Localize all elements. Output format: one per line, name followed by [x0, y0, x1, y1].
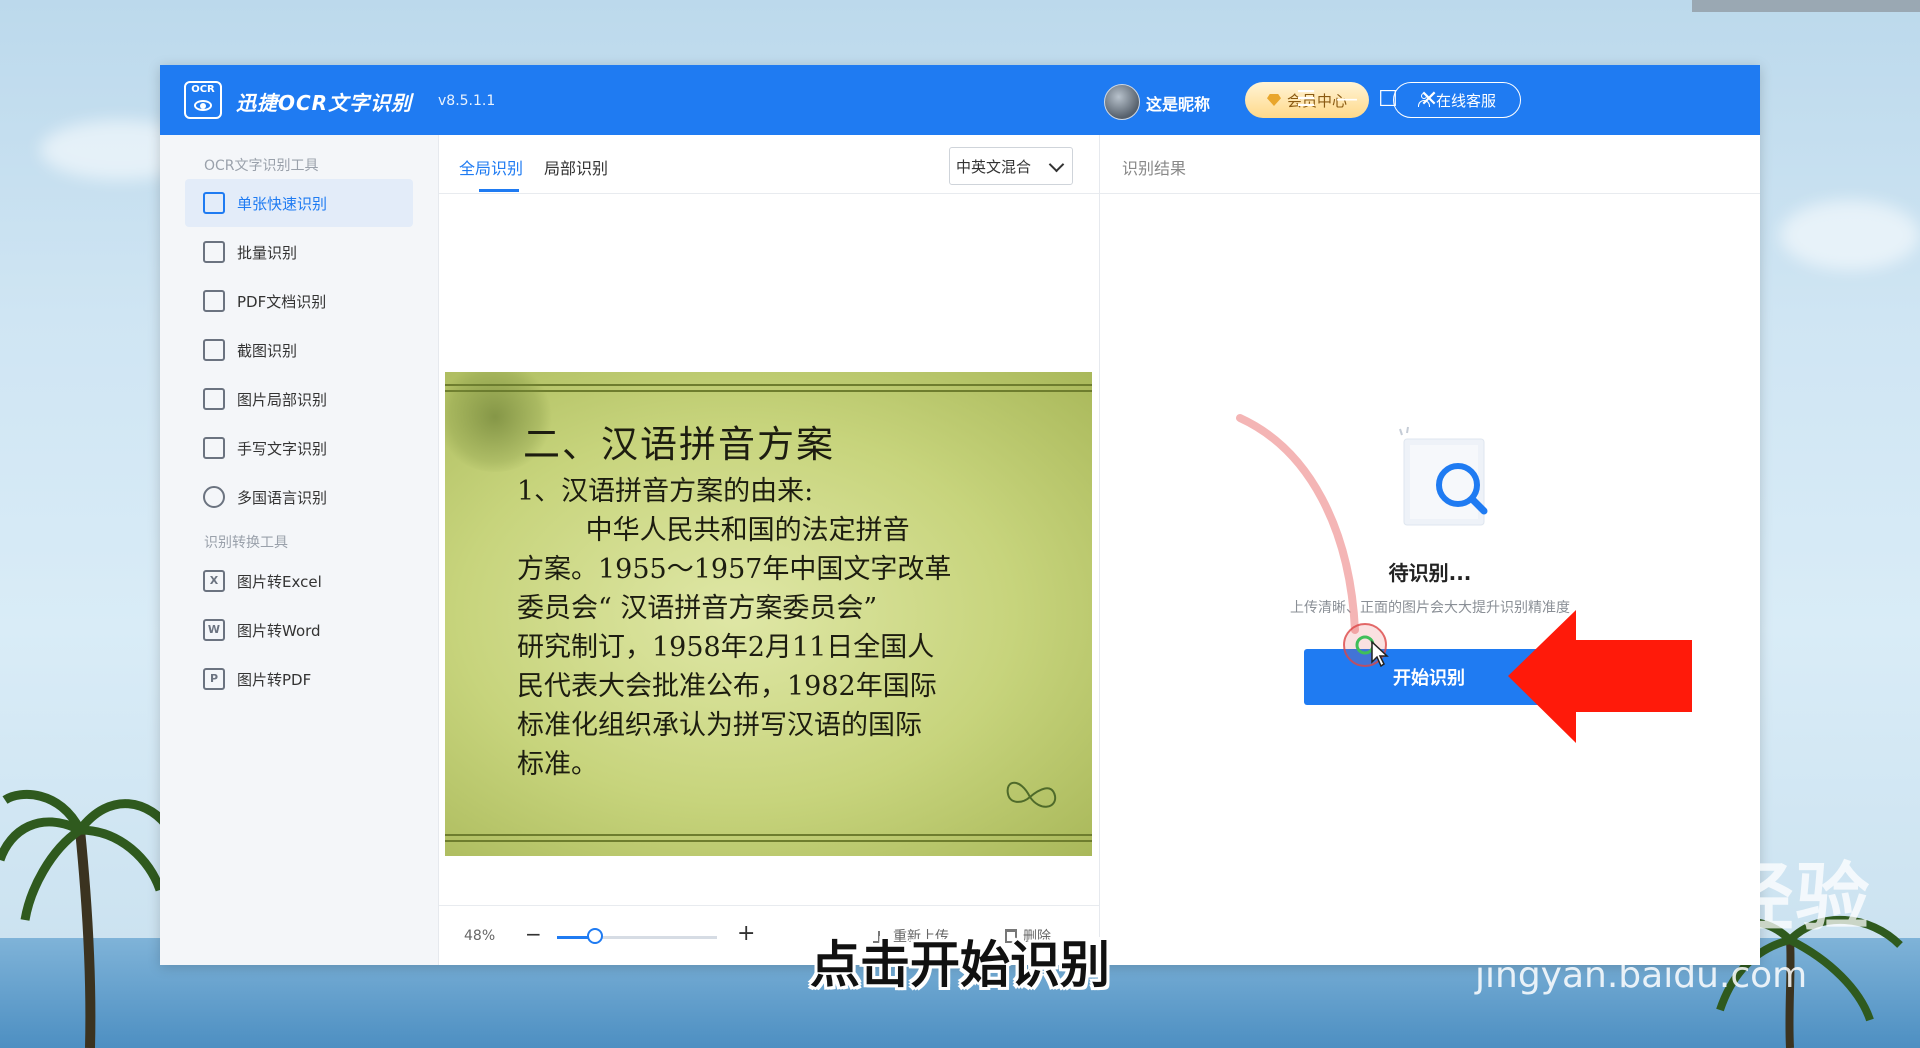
pdf-icon — [203, 290, 225, 312]
language-select[interactable]: 中英文混合 — [949, 147, 1073, 185]
sidebar-item-handwriting[interactable]: 手写文字识别 — [185, 424, 413, 472]
red-arrow-icon — [1508, 610, 1692, 743]
sidebar-item-label: 图片转Excel — [237, 572, 322, 591]
chevron-down-icon — [1048, 156, 1065, 173]
sidebar-item-to-excel[interactable]: X 图片转Excel — [185, 557, 413, 605]
sidebar-item-label: 图片转Word — [237, 621, 321, 640]
sidebar-item-label: 截图识别 — [237, 341, 298, 360]
recognition-tabs: 全局识别 局部识别 中英文混合 — [439, 135, 1099, 194]
sidebar-item-single-scan[interactable]: 单张快速识别 — [185, 179, 413, 227]
image-preview-panel: 全局识别 局部识别 中英文混合 二、汉语拼音方案 1、汉语拼音方案的由来: 中华… — [439, 135, 1100, 965]
user-nickname[interactable]: 这是昵称 — [1146, 91, 1210, 115]
uploaded-image: 二、汉语拼音方案 1、汉语拼音方案的由来: 中华人民共和国的法定拼音 方案。19… — [445, 372, 1092, 856]
partial-image-icon — [203, 388, 225, 410]
minimize-icon[interactable]: — — [1332, 85, 1362, 115]
click-highlight-icon — [1343, 623, 1389, 668]
maximize-icon[interactable]: ☐ — [1373, 85, 1403, 115]
tab-partial-recognition[interactable]: 局部识别 — [544, 155, 608, 179]
slide-body: 1、汉语拼音方案的由来: 中华人民共和国的法定拼音 方案。1955～1957年中… — [517, 476, 952, 780]
desktop-top-strip — [1692, 0, 1920, 12]
sidebar-item-pdf[interactable]: PDF文档识别 — [185, 277, 413, 325]
cloud — [1780, 200, 1920, 270]
crop-icon — [203, 339, 225, 361]
sidebar-item-to-pdf[interactable]: P 图片转PDF — [185, 655, 413, 703]
mouse-trail — [1236, 414, 1359, 634]
excel-icon: X — [203, 570, 225, 592]
app-version: v8.5.1.1 — [438, 93, 496, 109]
sidebar-item-label: 多国语言识别 — [237, 488, 328, 507]
globe-icon — [203, 486, 225, 508]
sidebar-item-to-word[interactable]: W 图片转Word — [185, 606, 413, 654]
online-service-label: 在线客服 — [1435, 91, 1496, 110]
sidebar-group-convert-tools: 识别转换工具 — [204, 535, 288, 551]
butterfly-icon — [1006, 781, 1057, 808]
close-icon[interactable]: ✕ — [1414, 85, 1444, 115]
diamond-icon — [1266, 94, 1281, 106]
language-select-value: 中英文混合 — [956, 157, 1032, 176]
app-name: 迅捷OCR文字识别 — [236, 91, 413, 115]
sidebar-item-batch[interactable]: 批量识别 — [185, 228, 413, 276]
active-tab-indicator — [479, 189, 519, 192]
result-title: 识别结果 — [1122, 159, 1187, 178]
sidebar-item-label: 批量识别 — [237, 243, 298, 262]
sidebar: OCR文字识别工具 单张快速识别 批量识别 PDF文档识别 截图识别 图片局部识… — [160, 135, 439, 965]
sidebar-item-label: 图片局部识别 — [237, 390, 328, 409]
pdf-convert-icon: P — [203, 668, 225, 690]
sidebar-item-multilang[interactable]: 多国语言识别 — [185, 473, 413, 521]
sidebar-item-label: 单张快速识别 — [237, 194, 328, 213]
title-bar: OCR 迅捷OCR文字识别 v8.5.1.1 这是昵称 会员中心 在线客服 ☰ … — [160, 65, 1760, 135]
sidebar-item-screenshot[interactable]: 截图识别 — [185, 326, 413, 374]
sidebar-item-label: PDF文档识别 — [237, 292, 327, 311]
palm-tree-left — [0, 790, 170, 1048]
sidebar-item-label: 手写文字识别 — [237, 439, 328, 458]
app-logo-icon: OCR — [184, 81, 222, 119]
baidu-watermark-url: jingyan.baidu.com — [1475, 955, 1808, 996]
word-icon: W — [203, 619, 225, 641]
pending-status: 待识别... — [1388, 561, 1472, 585]
menu-icon[interactable]: ☰ — [1291, 85, 1321, 115]
online-service-button[interactable]: 在线客服 — [1393, 82, 1521, 118]
avatar[interactable] — [1104, 84, 1140, 120]
pen-icon — [203, 437, 225, 459]
app-window: OCR 迅捷OCR文字识别 v8.5.1.1 这是昵称 会员中心 在线客服 ☰ … — [160, 65, 1760, 965]
batch-icon — [203, 241, 225, 263]
single-scan-icon — [203, 192, 225, 214]
sidebar-item-partial-image[interactable]: 图片局部识别 — [185, 375, 413, 423]
slide-title: 二、汉语拼音方案 — [523, 423, 835, 466]
logo-text: OCR — [191, 84, 215, 95]
sidebar-item-label: 图片转PDF — [237, 670, 312, 689]
tab-global-recognition[interactable]: 全局识别 — [459, 155, 523, 179]
baidu-watermark-logo: Baidu经验 — [1472, 855, 1872, 941]
sidebar-group-ocr-tools: OCR文字识别工具 — [204, 158, 319, 174]
